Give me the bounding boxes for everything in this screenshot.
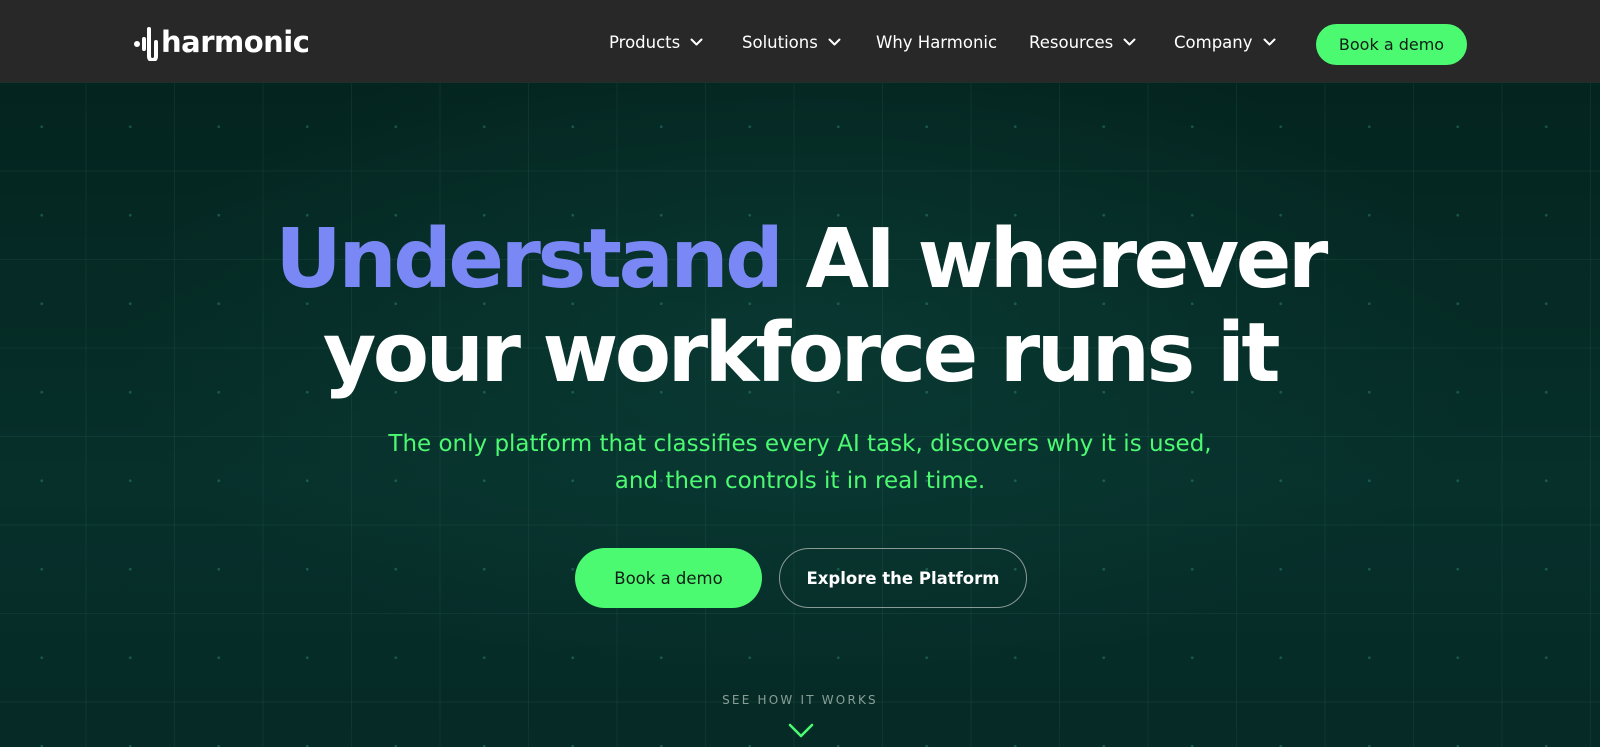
headline-accent: Understand	[275, 212, 784, 307]
scroll-hint-label[interactable]: SEE HOW IT WORKS	[0, 693, 1600, 707]
subhead-line1: The only platform that classifies every …	[388, 431, 1212, 457]
hero-headline: Understand AI wherever your workforce ru…	[0, 213, 1600, 401]
explore-platform-button[interactable]: Explore the Platform	[779, 548, 1027, 608]
hero-section: Understand AI wherever your workforce ru…	[0, 83, 1600, 747]
nav-item-resources[interactable]: Resources	[1029, 29, 1136, 55]
nav-item-company[interactable]: Company	[1174, 29, 1276, 55]
chevron-down-icon	[828, 38, 841, 46]
nav-item-label: Company	[1174, 32, 1253, 52]
nav-item-label: Resources	[1029, 32, 1114, 52]
nav-item-label: Solutions	[742, 32, 818, 52]
nav-item-why-harmonic[interactable]: Why Harmonic	[876, 29, 997, 55]
nav-item-solutions[interactable]: Solutions	[742, 29, 841, 55]
book-demo-button[interactable]: Book a demo	[575, 548, 762, 608]
nav-item-label: Why Harmonic	[876, 32, 998, 52]
nav-item-products[interactable]: Products	[609, 29, 703, 55]
headline-line2: your workforce runs it	[322, 306, 1281, 401]
background-grid	[0, 83, 1600, 747]
chevron-down-icon[interactable]	[788, 723, 814, 739]
hero-subheading: The only platform that classifies every …	[0, 426, 1600, 500]
chevron-down-icon	[1263, 38, 1275, 46]
nav-item-label: Products	[609, 32, 681, 52]
book-demo-nav-button[interactable]: Book a demo	[1316, 24, 1467, 65]
chevron-down-icon	[1123, 38, 1136, 46]
top-navbar: harmonic Products Solutions Why Harmonic…	[0, 0, 1600, 83]
chevron-down-icon	[690, 38, 703, 46]
subhead-line2: and then controls it in real time.	[614, 468, 986, 494]
headline-line1-rest: AI wherever	[805, 212, 1328, 307]
